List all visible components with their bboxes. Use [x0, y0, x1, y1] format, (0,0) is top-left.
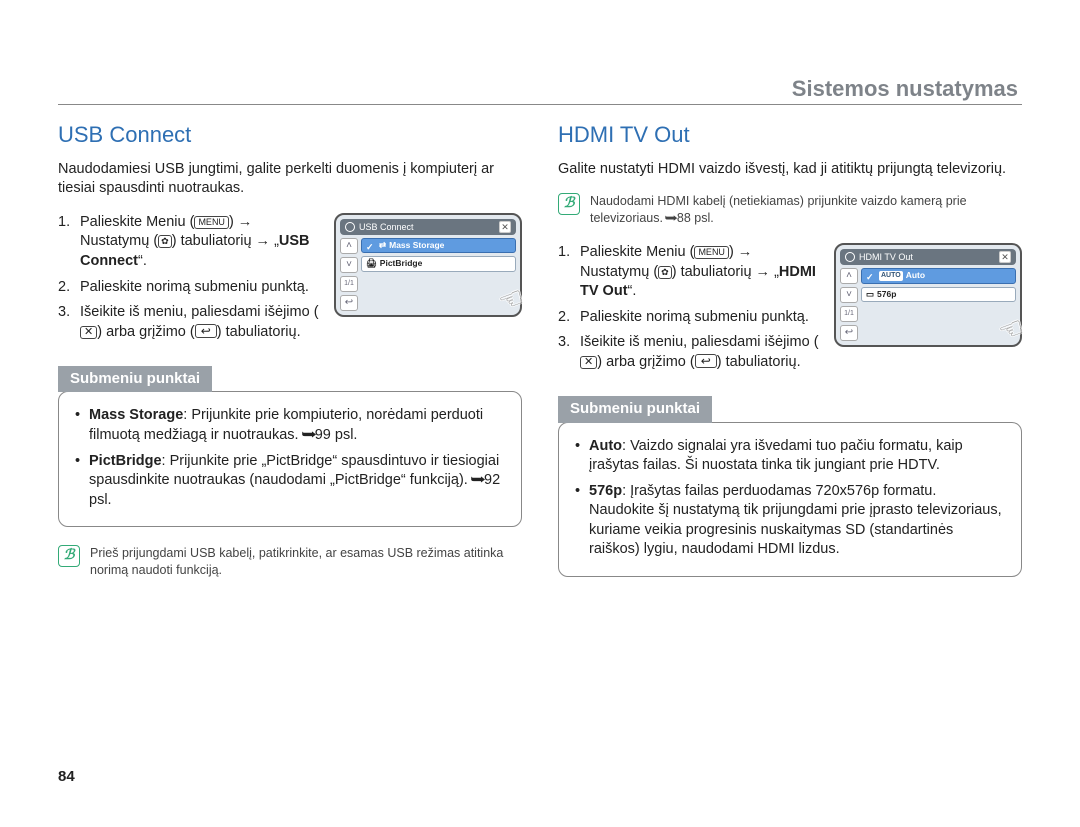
step-text: Palieskite Meniu (: [580, 244, 694, 260]
header-divider: [58, 104, 1022, 105]
arrow-icon: →: [238, 214, 253, 230]
scroll-up-icon: ˄: [340, 238, 358, 254]
close-icon: ✕: [80, 326, 97, 339]
figure-title: USB Connect: [359, 221, 414, 233]
figure-item-pictbridge: 🖨PictBridge: [361, 256, 516, 271]
scroll-down-icon: ˅: [840, 287, 858, 303]
left-column: USB Connect Naudodamiesi USB jungtimi, g…: [58, 120, 522, 579]
item-name: Mass Storage: [89, 407, 183, 423]
step-text: Palieskite norimą submeniu punktą.: [80, 278, 324, 298]
page-ref: 99 psl.: [315, 427, 358, 443]
arrow-icon: →: [738, 244, 753, 260]
return-icon: ↩: [695, 354, 717, 368]
menu-icon: MENU: [694, 246, 729, 259]
gear-icon: [845, 252, 855, 262]
scroll-up-icon: ˄: [840, 268, 858, 284]
gear-icon: [345, 222, 355, 232]
close-icon: ✕: [999, 251, 1011, 263]
page-header: Sistemos nustatymas: [792, 74, 1018, 104]
page-indicator: 1/1: [840, 306, 858, 322]
page-number: 84: [58, 767, 75, 787]
item-name: 576p: [589, 483, 622, 499]
note-icon: ℬ: [558, 193, 580, 215]
arrow-icon: →: [256, 233, 271, 249]
figure-header: HDMI TV Out ✕: [840, 249, 1016, 265]
hdmi-figure: HDMI TV Out ✕ ˄ ˅ 1/1 ↩ AUTOAuto ▭576p: [834, 243, 1022, 347]
step-text: Išeikite iš meniu, paliesdami išėjimo (: [80, 304, 319, 320]
page-arrow-icon: ➥: [301, 426, 317, 446]
usb-intro: Naudodamiesi USB jungtimi, galite perkel…: [58, 160, 522, 199]
hand-pointer-icon: ☜: [993, 308, 1030, 352]
figure-title: HDMI TV Out: [859, 251, 913, 263]
item-name: Auto: [589, 438, 622, 454]
scroll-down-icon: ˅: [340, 257, 358, 273]
menu-icon: MENU: [194, 216, 229, 229]
step-text: Palieskite Meniu (: [80, 214, 194, 230]
hdmi-intro: Galite nustatyti HDMI vaizdo išvestį, ka…: [558, 160, 1022, 180]
usb-figure: USB Connect ✕ ˄ ˅ 1/1 ↩ ⇄Mass Storage 🖨P…: [334, 213, 522, 317]
hdmi-heading: HDMI TV Out: [558, 120, 1022, 150]
figure-item-mass-storage: ⇄Mass Storage: [361, 238, 516, 253]
step-text: Išeikite iš meniu, paliesdami išėjimo (: [580, 334, 819, 350]
gear-icon: ✿: [658, 266, 672, 279]
note-text: Naudodami HDMI kabelį (netiekiamas) prij…: [590, 194, 967, 225]
note-text: Prieš prijungdami USB kabelį, patikrinki…: [90, 545, 522, 579]
hand-pointer-icon: ☜: [493, 278, 530, 322]
hdmi-submenu-box: •Auto: Vaizdo signalai yra išvedami tuo …: [558, 422, 1022, 577]
figure-item-auto: AUTOAuto: [861, 268, 1016, 283]
return-icon: ↩: [840, 325, 858, 341]
usb-note: ℬ Prieš prijungdami USB kabelį, patikrin…: [58, 545, 522, 579]
figure-header: USB Connect ✕: [340, 219, 516, 235]
figure-item-576p: ▭576p: [861, 287, 1016, 302]
step-text: Palieskite norimą submeniu punktą.: [580, 308, 824, 328]
item-text: : Vaizdo signalai yra išvedami tuo pačiu…: [589, 438, 963, 474]
arrow-icon: →: [756, 264, 771, 280]
right-column: HDMI TV Out Galite nustatyti HDMI vaizdo…: [558, 120, 1022, 579]
gear-icon: ✿: [158, 235, 172, 248]
note-icon: ℬ: [58, 545, 80, 567]
page-indicator: 1/1: [340, 276, 358, 292]
item-name: PictBridge: [89, 453, 162, 469]
submenu-header: Submeniu punktai: [58, 366, 212, 392]
usb-connect-heading: USB Connect: [58, 120, 522, 150]
close-icon: ✕: [499, 221, 511, 233]
return-icon: ↩: [340, 295, 358, 311]
close-icon: ✕: [580, 356, 597, 369]
page-arrow-icon: ➥: [470, 471, 486, 491]
hdmi-top-note: ℬ Naudodami HDMI kabelį (netiekiamas) pr…: [558, 193, 1022, 227]
page-arrow-icon: ➥: [665, 210, 679, 227]
usb-submenu-box: •Mass Storage: Prijunkite prie kompiuter…: [58, 391, 522, 527]
page-ref: 88 psl.: [677, 211, 714, 225]
item-text: : Įrašytas failas perduodamas 720x576p f…: [589, 483, 1002, 558]
return-icon: ↩: [195, 324, 217, 338]
submenu-header: Submeniu punktai: [558, 396, 712, 422]
